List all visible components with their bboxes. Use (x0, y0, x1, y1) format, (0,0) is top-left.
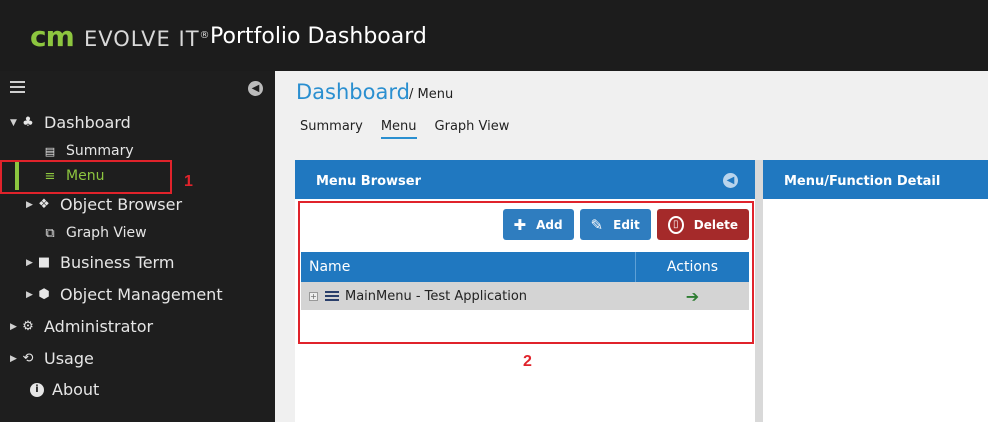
sidebar-item-object-management[interactable]: ▶ ⬢ Object Management (26, 285, 223, 304)
sidebar-item-label: Object Browser (60, 195, 183, 214)
sidebar-item-label: Dashboard (44, 113, 131, 132)
list-card-icon: ▤ (44, 144, 56, 158)
caret-down-icon: ▼ (10, 117, 17, 128)
annotation-label-1: 1 (184, 173, 193, 190)
sidebar-item-label: Usage (44, 349, 94, 368)
top-bar: cm EVOLVE IT® Portfolio Dashboard (0, 0, 988, 71)
clone-icon: ⧉ (45, 225, 55, 241)
panel-title: Menu Browser (316, 174, 422, 189)
annotation-box-2 (298, 201, 754, 344)
tab-menu[interactable]: Menu (380, 119, 417, 139)
sidebar-item-summary[interactable]: ▤ Summary (42, 143, 134, 159)
history-icon: ⟲ (22, 351, 34, 366)
logo-evolve: EVOLVE IT® (84, 27, 211, 51)
sidebar-item-usage[interactable]: ▶ ⟲ Usage (10, 349, 94, 368)
caret-right-icon: ▶ (10, 321, 17, 332)
panel-collapse-icon[interactable]: ◀ (723, 173, 738, 188)
caret-right-icon: ▶ (26, 199, 33, 210)
caret-right-icon: ▶ (10, 353, 17, 364)
tab-summary[interactable]: Summary (300, 119, 363, 139)
sidebar-item-business-term[interactable]: ▶ ■ Business Term (26, 253, 174, 272)
puzzle-icon: ♣ (22, 115, 34, 130)
sidebar-item-graph-view[interactable]: ⧉ Graph View (42, 225, 147, 241)
hamburger-icon[interactable] (10, 81, 25, 93)
sidebar-item-label: Business Term (60, 253, 175, 272)
sidebar-collapse-icon[interactable]: ◀ (248, 81, 263, 96)
breadcrumb-current: / Menu (409, 87, 454, 102)
menu-browser-header: Menu Browser ◀ (295, 160, 755, 199)
sidebar-item-label: Administrator (44, 317, 154, 336)
panel-title: Menu/Function Detail (784, 174, 941, 189)
info-icon: i (30, 382, 44, 397)
tab-graph-view[interactable]: Graph View (435, 119, 510, 139)
caret-right-icon: ▶ (26, 289, 33, 300)
logo-cm: cm (30, 20, 75, 53)
app-title: Portfolio Dashboard (210, 24, 427, 49)
caret-right-icon: ▶ (26, 257, 33, 268)
cubes-icon: ❖ (38, 197, 50, 212)
sidebar-item-label: About (52, 380, 100, 399)
gears-icon: ⚙ (22, 319, 34, 334)
annotation-label-2: 2 (523, 353, 532, 370)
cube-icon: ⬢ (38, 287, 50, 302)
sidebar-item-dashboard[interactable]: ▼ ♣ Dashboard (10, 113, 131, 132)
sidebar-item-administrator[interactable]: ▶ ⚙ Administrator (10, 317, 153, 336)
sidebar-item-object-browser[interactable]: ▶ ❖ Object Browser (26, 195, 182, 214)
sidebar-item-label: Object Management (60, 285, 223, 304)
detail-panel: Menu/Function Detail (763, 160, 988, 422)
briefcase-icon: ■ (37, 255, 51, 270)
panel-splitter[interactable] (755, 160, 763, 422)
sidebar-item-label: Summary (66, 143, 134, 159)
breadcrumb-title[interactable]: Dashboard (296, 80, 410, 104)
detail-panel-header: Menu/Function Detail (763, 160, 988, 199)
sidebar-item-about[interactable]: i About (30, 380, 99, 399)
tab-bar: Summary Menu Graph View (300, 119, 509, 139)
annotation-box-1 (0, 160, 172, 194)
sidebar-item-label: Graph View (66, 225, 147, 241)
sidebar: ◀ ▼ ♣ Dashboard ▤ Summary ≡ Menu ▶ ❖ Obj… (0, 71, 275, 422)
